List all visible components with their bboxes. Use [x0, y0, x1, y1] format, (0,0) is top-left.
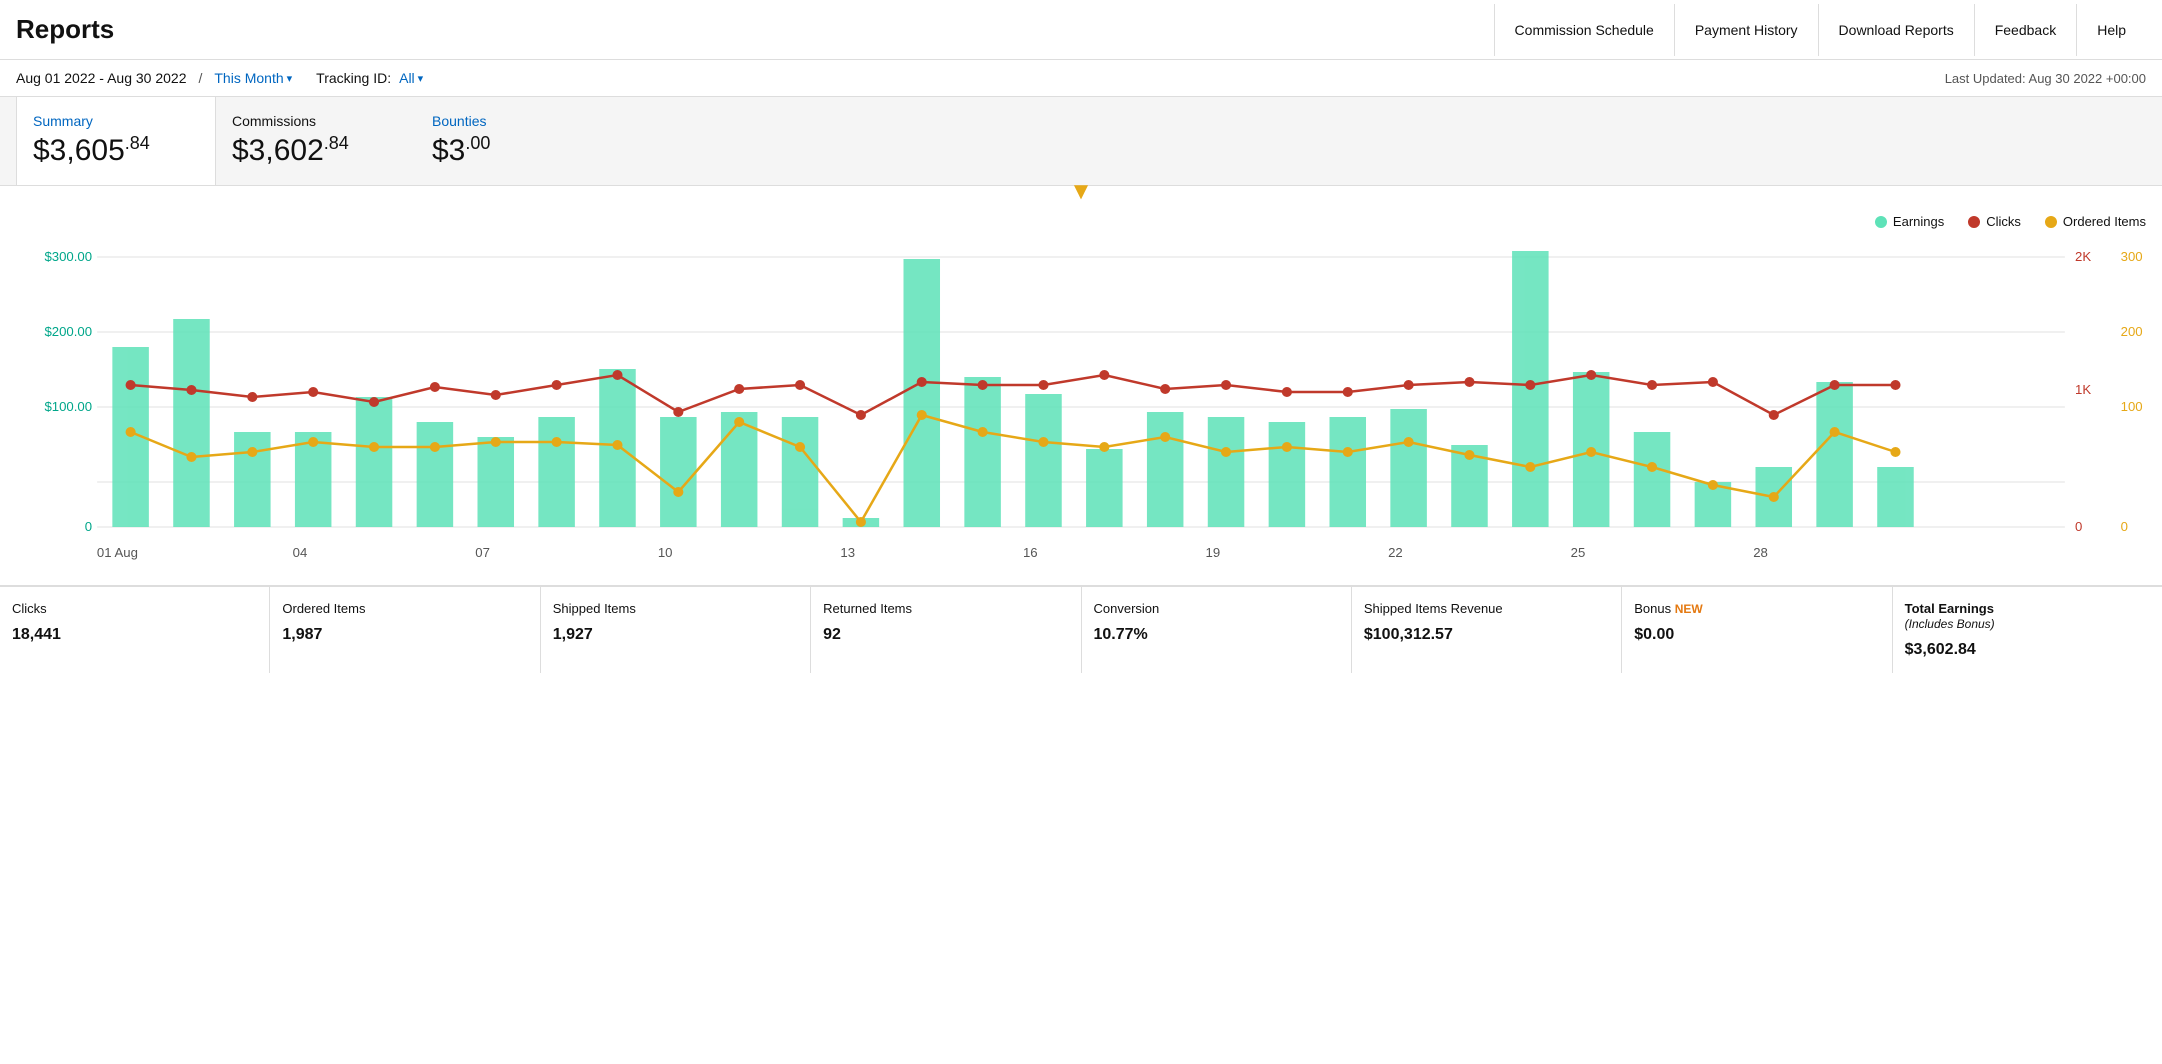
svg-text:$300.00: $300.00 [44, 249, 92, 264]
tab-bounties-cents: .00 [465, 133, 490, 153]
stat-bonus-label: Bonus NEW [1634, 601, 1879, 616]
svg-text:0: 0 [2075, 519, 2082, 534]
stat-total-earnings-value: $3,602.84 [1905, 641, 2150, 659]
stat-bonus-value: $0.00 [1634, 626, 1879, 644]
svg-text:13: 13 [840, 545, 855, 560]
svg-text:16: 16 [1023, 545, 1038, 560]
svg-text:$100.00: $100.00 [44, 399, 92, 414]
svg-text:2K: 2K [2075, 249, 2091, 264]
this-month-chevron: ▾ [287, 72, 293, 85]
stat-returned-items: Returned Items 92 [811, 587, 1081, 673]
legend-earnings-label: Earnings [1893, 214, 1944, 229]
tab-bounties-label: Bounties [432, 113, 586, 129]
stat-conversion: Conversion 10.77% [1082, 587, 1352, 673]
filter-separator: / [198, 70, 202, 86]
tab-bounties[interactable]: Bounties $3.00 [416, 97, 616, 185]
ordered-line [131, 415, 1896, 522]
tab-commissions-dollar: $3,602 [232, 134, 324, 167]
svg-text:04: 04 [293, 545, 308, 560]
stat-clicks-value: 18,441 [12, 626, 257, 644]
legend-ordered: Ordered Items [2045, 214, 2146, 229]
tab-summary-cents: .84 [125, 133, 150, 153]
svg-text:01 Aug: 01 Aug [97, 545, 138, 560]
summary-tabs: Summary $3,605.84 Commissions $3,602.84 … [0, 97, 2162, 186]
svg-text:200: 200 [2121, 324, 2143, 339]
top-nav: Commission Schedule Payment History Down… [1494, 4, 2146, 56]
stat-bonus: Bonus NEW $0.00 [1622, 587, 1892, 673]
stat-shipped-revenue: Shipped Items Revenue $100,312.57 [1352, 587, 1622, 673]
legend-clicks: Clicks [1968, 214, 2021, 229]
legend-clicks-label: Clicks [1986, 214, 2021, 229]
svg-text:25: 25 [1571, 545, 1586, 560]
chart-container: $300.00 $200.00 $100.00 0 2K 1K 0 300 20… [16, 237, 2146, 577]
tab-bounties-dollar: $3 [432, 134, 465, 167]
stat-shipped-value: 1,927 [553, 626, 798, 644]
svg-text:19: 19 [1206, 545, 1221, 560]
stat-conversion-value: 10.77% [1094, 626, 1339, 644]
earnings-dot [1875, 216, 1887, 228]
svg-text:0: 0 [85, 519, 92, 534]
tab-summary-dollar: $3,605 [33, 134, 125, 167]
nav-commission-schedule[interactable]: Commission Schedule [1494, 4, 1674, 56]
stat-total-earnings: Total Earnings (Includes Bonus) $3,602.8… [1893, 587, 2162, 673]
stat-ordered-items: Ordered Items 1,987 [270, 587, 540, 673]
tab-summary-amount: $3,605.84 [33, 133, 185, 168]
stat-ordered-label: Ordered Items [282, 601, 527, 616]
tab-commissions-cents: .84 [324, 133, 349, 153]
ordered-dot [2045, 216, 2057, 228]
clicks-line [131, 375, 1896, 415]
svg-text:0: 0 [2121, 519, 2128, 534]
svg-text:07: 07 [475, 545, 490, 560]
top-bar: Reports Commission Schedule Payment Hist… [0, 0, 2162, 60]
svg-text:100: 100 [2121, 399, 2143, 414]
tracking-chevron: ▾ [418, 72, 424, 85]
last-updated: Last Updated: Aug 30 2022 +00:00 [1945, 71, 2146, 86]
tab-bounties-amount: $3.00 [432, 133, 586, 168]
stat-shipped-revenue-value: $100,312.57 [1364, 626, 1609, 644]
svg-text:22: 22 [1388, 545, 1403, 560]
tab-summary[interactable]: Summary $3,605.84 [16, 96, 216, 185]
svg-text:10: 10 [658, 545, 673, 560]
svg-text:$200.00: $200.00 [44, 324, 92, 339]
legend-earnings: Earnings [1875, 214, 1944, 229]
earnings-bars [112, 251, 1913, 527]
svg-text:28: 28 [1753, 545, 1768, 560]
svg-text:1K: 1K [2075, 382, 2091, 397]
tab-commissions-amount: $3,602.84 [232, 133, 386, 168]
clicks-dot [1968, 216, 1980, 228]
date-range: Aug 01 2022 - Aug 30 2022 [16, 70, 186, 86]
legend-ordered-label: Ordered Items [2063, 214, 2146, 229]
stat-shipped-label: Shipped Items [553, 601, 798, 616]
tab-summary-label: Summary [33, 113, 185, 129]
tracking-label: Tracking ID: [316, 70, 391, 86]
stat-conversion-label: Conversion [1094, 601, 1339, 616]
chart-section: Earnings Clicks Ordered Items $300.00 $2… [0, 198, 2162, 577]
stat-total-earnings-label: Total Earnings (Includes Bonus) [1905, 601, 2150, 631]
filter-left: Aug 01 2022 - Aug 30 2022 / This Month ▾… [16, 70, 423, 86]
nav-payment-history[interactable]: Payment History [1674, 4, 1818, 56]
nav-download-reports[interactable]: Download Reports [1818, 4, 1974, 56]
stat-ordered-value: 1,987 [282, 626, 527, 644]
stat-returned-value: 92 [823, 626, 1068, 644]
nav-feedback[interactable]: Feedback [1974, 4, 2076, 56]
stat-clicks-label: Clicks [12, 601, 257, 616]
stat-shipped-items: Shipped Items 1,927 [541, 587, 811, 673]
stats-table: Clicks 18,441 Ordered Items 1,987 Shippe… [0, 585, 2162, 673]
tab-commissions-label: Commissions [232, 113, 386, 129]
new-badge: NEW [1675, 602, 1703, 616]
this-month-label: This Month [214, 70, 283, 86]
nav-help[interactable]: Help [2076, 4, 2146, 56]
stat-shipped-revenue-label: Shipped Items Revenue [1364, 601, 1609, 616]
chart-svg: $300.00 $200.00 $100.00 0 2K 1K 0 300 20… [16, 237, 2146, 577]
tracking-dropdown[interactable]: All ▾ [399, 70, 423, 86]
svg-text:300: 300 [2121, 249, 2143, 264]
filter-bar: Aug 01 2022 - Aug 30 2022 / This Month ▾… [0, 60, 2162, 97]
stat-clicks: Clicks 18,441 [0, 587, 270, 673]
tracking-value: All [399, 70, 415, 86]
this-month-dropdown[interactable]: This Month ▾ [214, 70, 292, 86]
stat-returned-label: Returned Items [823, 601, 1068, 616]
chart-legend: Earnings Clicks Ordered Items [16, 214, 2146, 229]
page-title: Reports [16, 0, 114, 59]
tab-commissions[interactable]: Commissions $3,602.84 [216, 97, 416, 185]
